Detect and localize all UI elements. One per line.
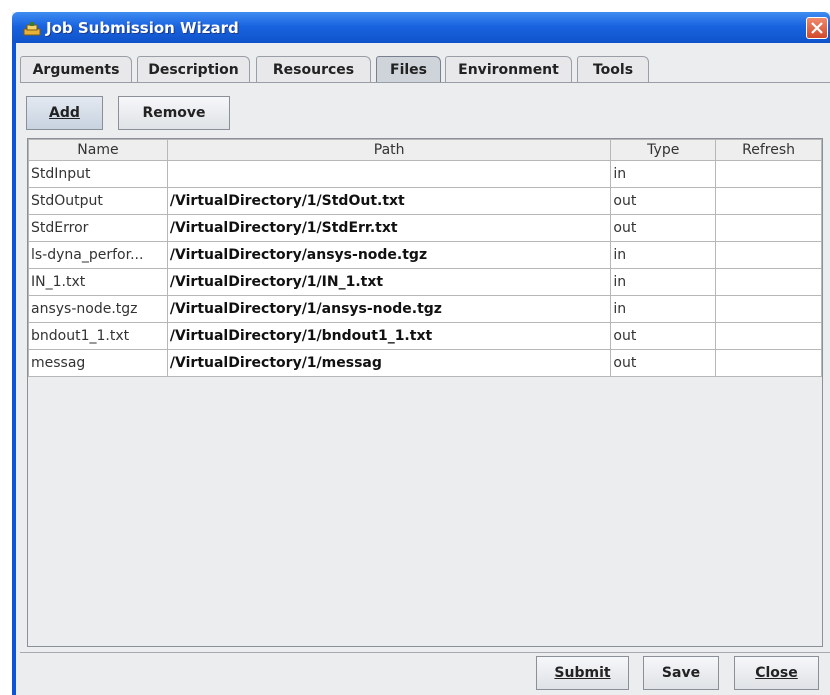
close-button-label: Close — [755, 665, 798, 681]
table-row[interactable]: IN_1.txt /VirtualDirectory/1/IN_1.txt in — [28, 268, 822, 296]
column-header-type[interactable]: Type — [610, 139, 717, 161]
cell-type[interactable]: in — [610, 160, 717, 188]
files-grid: Name Path Type Refresh StdInput in StdOu… — [28, 139, 822, 377]
table-header-row: Name Path Type Refresh — [28, 139, 822, 161]
table-row[interactable]: StdOutput /VirtualDirectory/1/StdOut.txt… — [28, 187, 822, 215]
cell-refresh[interactable] — [715, 187, 822, 215]
column-header-refresh[interactable]: Refresh — [715, 139, 822, 161]
cell-type[interactable]: in — [610, 268, 717, 296]
tab-tools[interactable]: Tools — [577, 56, 649, 83]
cell-type[interactable]: in — [610, 295, 717, 323]
cell-refresh[interactable] — [715, 322, 822, 350]
save-button[interactable]: Save — [643, 656, 719, 690]
cell-name[interactable]: StdOutput — [28, 187, 168, 215]
tab-environment[interactable]: Environment — [445, 56, 572, 83]
cell-path[interactable]: /VirtualDirectory/ansys-node.tgz — [166, 241, 612, 269]
cell-name[interactable]: IN_1.txt — [28, 268, 168, 296]
cell-name[interactable]: ansys-node.tgz — [28, 295, 168, 323]
cell-type[interactable]: out — [610, 349, 717, 377]
cell-refresh[interactable] — [715, 214, 822, 242]
column-header-name[interactable]: Name — [28, 139, 168, 161]
remove-button-label: Remove — [142, 105, 206, 121]
cell-path[interactable]: /VirtualDirectory/1/ansys-node.tgz — [166, 295, 612, 323]
cell-path[interactable]: /VirtualDirectory/1/StdErr.txt — [166, 214, 612, 242]
add-button[interactable]: Add — [26, 96, 103, 130]
table-row[interactable]: messag /VirtualDirectory/1/messag out — [28, 349, 822, 377]
cell-name[interactable]: ls-dyna_perfor... — [28, 241, 168, 269]
table-row[interactable]: StdError /VirtualDirectory/1/StdErr.txt … — [28, 214, 822, 242]
tab-resources[interactable]: Resources — [256, 56, 371, 83]
cell-name[interactable]: StdInput — [28, 160, 168, 188]
submit-button-label: Submit — [554, 665, 611, 681]
cell-type[interactable]: out — [610, 322, 717, 350]
cell-name[interactable]: messag — [28, 349, 168, 377]
table-row[interactable]: StdInput in — [28, 160, 822, 188]
tab-description[interactable]: Description — [137, 56, 250, 83]
table-row[interactable]: bndout1_1.txt /VirtualDirectory/1/bndout… — [28, 322, 822, 350]
title-bar[interactable]: Job Submission Wizard — [12, 12, 830, 43]
cell-path[interactable]: /VirtualDirectory/1/IN_1.txt — [166, 268, 612, 296]
footer-divider — [20, 652, 830, 653]
cell-type[interactable]: in — [610, 241, 717, 269]
job-submission-window: Job Submission Wizard Arguments Descript… — [12, 12, 830, 695]
cell-refresh[interactable] — [715, 241, 822, 269]
window-title: Job Submission Wizard — [46, 19, 239, 37]
cell-refresh[interactable] — [715, 349, 822, 377]
files-table: Name Path Type Refresh StdInput in StdOu… — [27, 138, 823, 647]
close-window-button[interactable] — [806, 17, 828, 39]
tab-divider — [20, 82, 830, 83]
cell-refresh[interactable] — [715, 295, 822, 323]
save-button-label: Save — [661, 665, 701, 681]
tab-arguments[interactable]: Arguments — [20, 56, 132, 83]
add-button-label: Add — [49, 105, 80, 121]
cell-name[interactable]: bndout1_1.txt — [28, 322, 168, 350]
cell-path[interactable]: /VirtualDirectory/1/bndout1_1.txt — [166, 322, 612, 350]
remove-button[interactable]: Remove — [118, 96, 230, 130]
table-row[interactable]: ls-dyna_perfor... /VirtualDirectory/ansy… — [28, 241, 822, 269]
column-header-path[interactable]: Path — [166, 139, 612, 161]
cell-type[interactable]: out — [610, 187, 717, 215]
cell-type[interactable]: out — [610, 214, 717, 242]
cell-refresh[interactable] — [715, 160, 822, 188]
close-button[interactable]: Close — [734, 656, 819, 690]
submit-button[interactable]: Submit — [536, 656, 629, 690]
table-row[interactable]: ansys-node.tgz /VirtualDirectory/1/ansys… — [28, 295, 822, 323]
cell-path[interactable]: /VirtualDirectory/1/messag — [166, 349, 612, 377]
app-icon — [23, 22, 41, 36]
tab-files[interactable]: Files — [376, 56, 441, 83]
cell-path[interactable] — [166, 160, 612, 188]
close-icon — [811, 22, 823, 34]
cell-name[interactable]: StdError — [28, 214, 168, 242]
cell-path[interactable]: /VirtualDirectory/1/StdOut.txt — [166, 187, 612, 215]
cell-refresh[interactable] — [715, 268, 822, 296]
window-border — [12, 43, 16, 695]
